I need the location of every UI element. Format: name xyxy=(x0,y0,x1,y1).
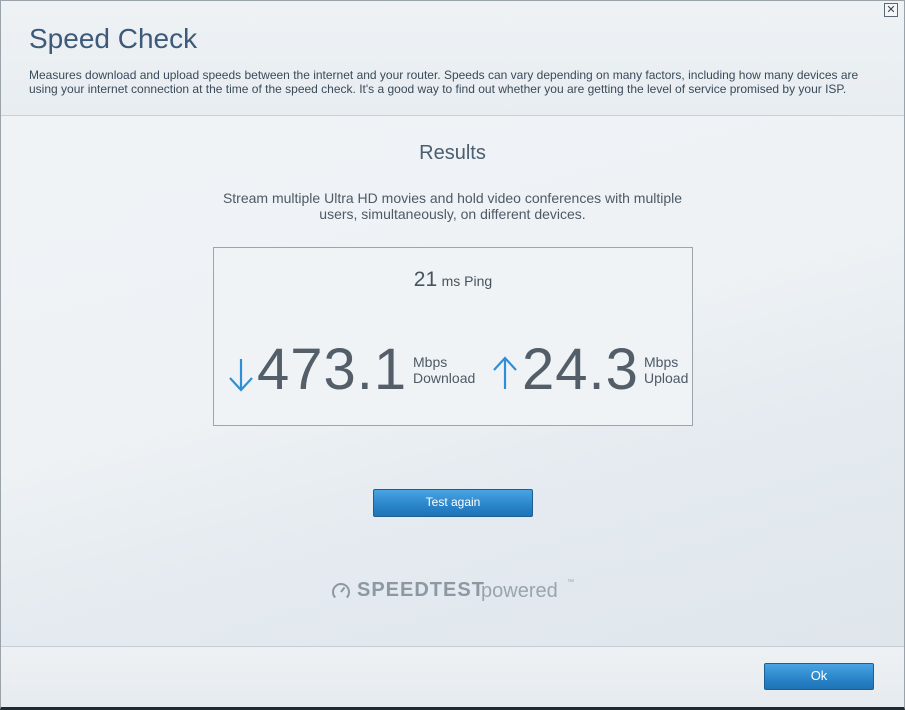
download-speed-value: 473.1 xyxy=(257,337,408,402)
dialog-footer: Ok xyxy=(1,647,904,707)
close-button[interactable]: ✕ xyxy=(884,3,898,17)
results-panel: Results Stream multiple Ultra HD movies … xyxy=(1,116,904,647)
speedometer-icon xyxy=(332,583,350,599)
test-again-button[interactable]: Test again xyxy=(373,489,533,517)
dialog-header: Speed Check Measures download and upload… xyxy=(1,1,904,116)
speed-check-dialog: Speed Check Measures download and upload… xyxy=(0,0,905,710)
page-title: Speed Check xyxy=(29,23,198,54)
download-label: Download xyxy=(413,370,476,386)
trademark-symbol: ™ xyxy=(567,579,574,586)
download-unit: Mbps xyxy=(413,354,448,370)
results-description: Stream multiple Ultra HD movies and hold… xyxy=(222,190,683,222)
upload-speed-value: 24.3 xyxy=(522,337,639,402)
ok-button[interactable]: Ok xyxy=(764,663,874,690)
page-description: Measures download and upload speeds betw… xyxy=(29,68,859,96)
upload-unit: Mbps xyxy=(644,354,679,370)
speedtest-wordmark: SPEEDTEST xyxy=(357,579,485,601)
close-icon: ✕ xyxy=(886,3,896,16)
ping-value: 21 xyxy=(413,268,438,291)
down-arrow-icon xyxy=(229,359,253,392)
ping-unit: ms Ping xyxy=(441,273,493,289)
ping-readout: 21 ms Ping xyxy=(214,268,692,292)
powered-wordmark: powered xyxy=(481,580,558,602)
upload-label: Upload xyxy=(644,370,689,386)
up-arrow-icon xyxy=(493,356,517,389)
speed-results-box: 21 ms Ping 473.1 Mbps Download 24.3 Mbps… xyxy=(213,247,693,426)
results-heading: Results xyxy=(419,142,486,164)
